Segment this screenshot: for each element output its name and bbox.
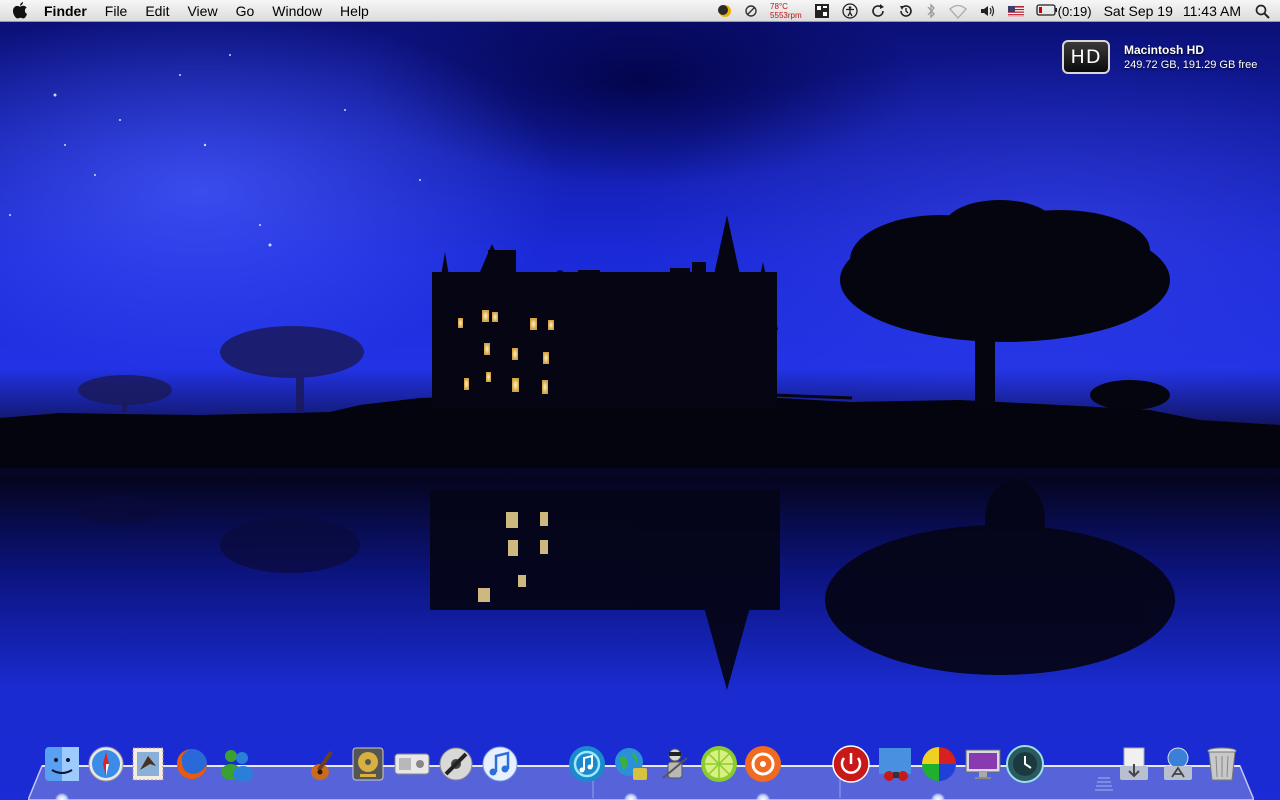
tv-icon[interactable] — [392, 744, 432, 784]
running-indicator-shutdown — [931, 793, 945, 800]
hard-drive-widget[interactable]: HD Macintosh HD 249.72 GB, 191.29 GB fre… — [1062, 40, 1257, 74]
lime-icon[interactable] — [699, 744, 739, 784]
menu-app-finder[interactable]: Finder — [40, 0, 96, 22]
running-indicator-finder — [55, 793, 69, 800]
photo-booth-icon[interactable] — [875, 744, 915, 784]
sync-icon[interactable] — [864, 0, 892, 22]
messenger-icon[interactable] — [216, 744, 256, 784]
drive-name: Macintosh HD — [1124, 43, 1205, 57]
firefox-icon[interactable] — [172, 744, 212, 784]
accessibility-icon[interactable] — [836, 0, 864, 22]
dvd-player-icon[interactable] — [436, 744, 476, 784]
applications-stack-icon[interactable] — [1158, 744, 1198, 784]
shutdown-icon[interactable] — [831, 744, 871, 784]
fan-speed-value: 5553rpm — [770, 11, 802, 20]
temperature-monitor[interactable]: 78°C 5553rpm — [764, 2, 808, 20]
safari-icon[interactable] — [86, 744, 126, 784]
itunes-blue-icon[interactable] — [567, 744, 607, 784]
menu-clock[interactable]: Sat Sep 19 11:43 AM — [1098, 0, 1247, 22]
running-indicator-burn — [756, 793, 770, 800]
screen-icon[interactable] — [963, 744, 1003, 784]
running-indicator-itunes — [624, 793, 638, 800]
battery-time: (0:19) — [1057, 3, 1092, 19]
temperature-value: 78°C — [770, 2, 788, 11]
menu-edit[interactable]: Edit — [136, 0, 178, 22]
burn-icon[interactable] — [743, 744, 783, 784]
menu-bar: Finder File Edit View Go Window Help 78°… — [0, 0, 1280, 22]
menu-go[interactable]: Go — [227, 0, 264, 22]
volume-icon[interactable] — [974, 0, 1002, 22]
apple-menu-icon[interactable] — [0, 1, 40, 20]
no-entry-icon[interactable] — [738, 0, 764, 22]
disk-utility-icon[interactable] — [348, 744, 388, 784]
menu-file[interactable]: File — [96, 0, 137, 22]
mail-icon[interactable] — [128, 744, 168, 784]
trash-icon[interactable] — [1202, 744, 1242, 784]
time-machine-dock-icon[interactable] — [1005, 744, 1045, 784]
downloads-stack-icon[interactable] — [1114, 744, 1154, 784]
hard-drive-icon: HD — [1062, 40, 1110, 74]
bluetooth-icon[interactable] — [920, 0, 942, 22]
garageband-icon[interactable] — [304, 744, 344, 784]
clock-time: 11:43 AM — [1182, 3, 1241, 19]
color-picker-icon[interactable] — [919, 744, 959, 784]
menu-window[interactable]: Window — [263, 0, 331, 22]
moon-icon[interactable] — [712, 0, 738, 22]
spotlight-icon[interactable] — [1247, 0, 1280, 22]
wifi-icon[interactable] — [942, 0, 974, 22]
wallpaper-scenery — [0, 54, 1280, 690]
menu-view[interactable]: View — [178, 0, 226, 22]
us-flag-icon[interactable] — [1002, 0, 1030, 22]
time-machine-icon[interactable] — [892, 0, 920, 22]
drive-space: 249.72 GB, 191.29 GB free — [1124, 59, 1258, 71]
automator-icon[interactable] — [655, 744, 695, 784]
network-utility-icon[interactable] — [611, 744, 651, 784]
menu-help[interactable]: Help — [331, 0, 378, 22]
battery-status[interactable]: (0:19) — [1030, 0, 1098, 22]
itunes-icon[interactable] — [480, 744, 520, 784]
clock-date: Sat Sep 19 — [1103, 3, 1173, 19]
finder-icon[interactable] — [42, 744, 82, 784]
battery-icon — [1035, 3, 1058, 19]
memory-icon[interactable] — [808, 0, 836, 22]
